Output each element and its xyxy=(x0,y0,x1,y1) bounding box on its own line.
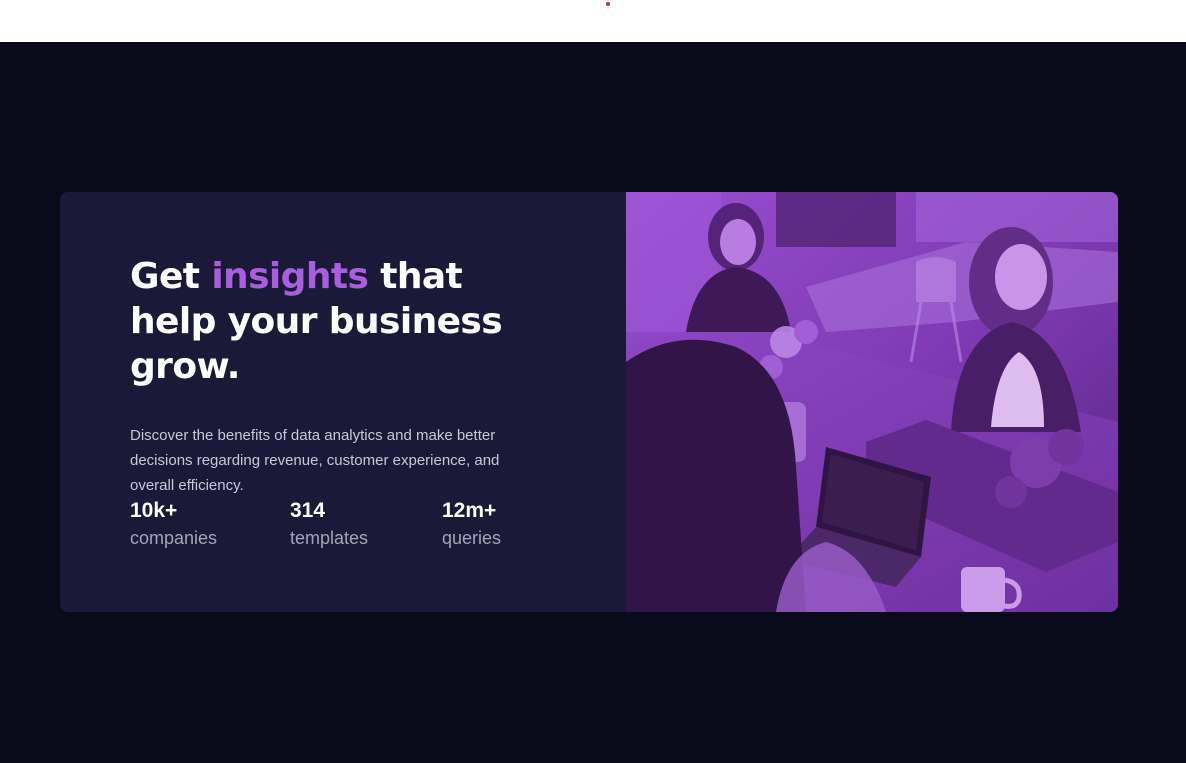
page-background: Get insights that help your business gro… xyxy=(0,42,1186,763)
stat-value: 12m+ xyxy=(442,499,497,522)
red-dot-icon xyxy=(606,2,610,6)
stat-value: 10k+ xyxy=(130,499,178,522)
team-photo xyxy=(626,192,1118,612)
stat-label: queries xyxy=(442,528,502,548)
headline: Get insights that help your business gro… xyxy=(130,254,550,389)
headline-prefix: Get xyxy=(130,256,212,297)
card-text-column: Get insights that help your business gro… xyxy=(130,254,550,498)
stat-queries: 12m+ queries xyxy=(442,498,501,552)
stat-label: templates xyxy=(290,528,369,548)
stat-label: companies xyxy=(130,528,218,548)
description: Discover the benefits of data analytics … xyxy=(130,427,500,494)
stats-row: 10k+ companies 314 templates 12m+ querie… xyxy=(130,498,550,558)
stat-companies: 10k+ companies xyxy=(130,498,217,552)
headline-accent: insights xyxy=(211,256,369,297)
browser-top-bar xyxy=(0,0,1186,42)
stat-templates: 314 templates xyxy=(290,498,368,552)
stat-value: 314 xyxy=(290,499,326,522)
stats-preview-card: Get insights that help your business gro… xyxy=(60,192,1118,612)
team-photo-illustration xyxy=(626,192,1118,612)
